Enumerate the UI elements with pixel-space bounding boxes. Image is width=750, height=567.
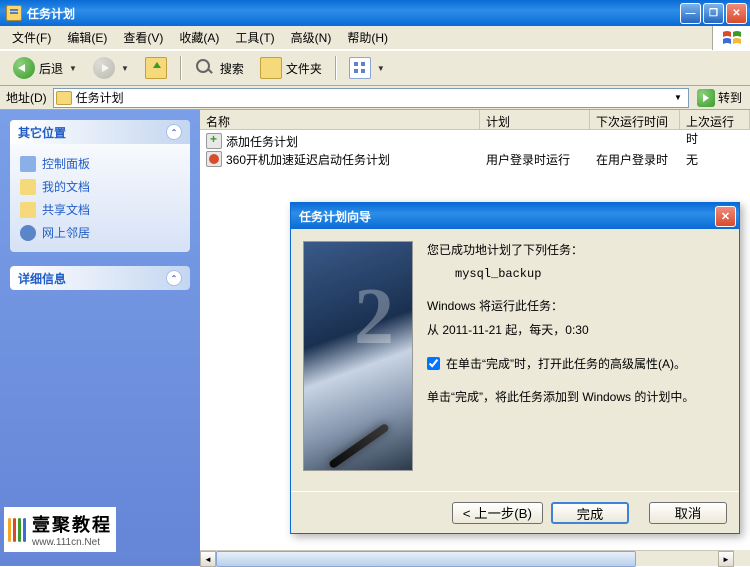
folders-label: 文件夹 <box>286 60 322 77</box>
views-icon <box>349 57 371 79</box>
windows-logo <box>712 26 750 50</box>
panel-title: 其它位置 <box>18 124 66 141</box>
sidebar-link-my-documents[interactable]: 我的文档 <box>20 175 180 198</box>
window-titlebar: 任务计划 — ❐ ✕ <box>0 0 750 26</box>
shared-folder-icon <box>20 202 36 218</box>
menu-view[interactable]: 查看(V) <box>115 26 171 49</box>
address-input[interactable]: 任务计划 ▼ <box>53 88 689 108</box>
advanced-properties-checkbox[interactable] <box>427 357 440 370</box>
column-last-run[interactable]: 上次运行时 <box>680 110 750 129</box>
menu-edit[interactable]: 编辑(E) <box>59 26 115 49</box>
list-item-add-task[interactable]: 添加任务计划 <box>200 132 750 150</box>
menu-favorites[interactable]: 收藏(A) <box>171 26 227 49</box>
dialog-message-3: 单击“完成”，将此任务添加到 Windows 的计划中。 <box>427 388 727 406</box>
chevron-down-icon: ▼ <box>121 64 129 73</box>
watermark-logo-icon <box>8 518 26 542</box>
back-label: 后退 <box>39 60 63 77</box>
minimize-button[interactable]: — <box>680 3 701 24</box>
scroll-corner <box>734 550 750 566</box>
collapse-icon: ⌃ <box>166 124 182 140</box>
go-icon <box>697 89 715 107</box>
sidebar: 其它位置 ⌃ 控制面板 我的文档 共享文档 网上邻居 详细信息 ⌃ <box>0 110 200 566</box>
separator <box>180 56 181 80</box>
scroll-thumb[interactable] <box>216 551 636 567</box>
schedule-text: 从 2011-11-21 起，每天，0:30 <box>427 321 727 339</box>
folder-icon <box>56 91 72 105</box>
sidebar-link-control-panel[interactable]: 控制面板 <box>20 152 180 175</box>
folders-button[interactable]: 文件夹 <box>253 52 329 84</box>
panel-title: 详细信息 <box>18 270 66 287</box>
menu-file[interactable]: 文件(F) <box>4 26 59 49</box>
address-value: 任务计划 <box>76 89 670 106</box>
app-icon <box>6 5 22 21</box>
add-task-icon <box>206 133 222 149</box>
watermark-url: www.111cn.Net <box>32 537 112 548</box>
watermark: 壹聚教程 www.111cn.Net <box>4 507 116 552</box>
address-label: 地址(D) <box>4 89 49 106</box>
forward-button[interactable]: ▼ <box>86 52 136 84</box>
close-button[interactable]: ✕ <box>726 3 747 24</box>
separator <box>335 56 336 80</box>
sidebar-panel-details: 详细信息 ⌃ <box>10 266 190 290</box>
dialog-content: 您已成功地计划了下列任务： mysql_backup Windows 将运行此任… <box>427 241 727 479</box>
list-header: 名称 计划 下次运行时间 上次运行时 <box>200 110 750 130</box>
dialog-title: 任务计划向导 <box>299 208 371 225</box>
column-plan[interactable]: 计划 <box>480 110 590 129</box>
search-button[interactable]: 搜索 <box>187 52 251 84</box>
search-icon <box>194 57 216 79</box>
dialog-message-1: 您已成功地计划了下列任务： <box>427 241 727 259</box>
chevron-down-icon: ▼ <box>69 64 77 73</box>
forward-icon <box>93 57 115 79</box>
wizard-image <box>303 241 413 471</box>
watermark-text: 壹聚教程 <box>32 511 112 537</box>
checkbox-label: 在单击“完成”时，打开此任务的高级属性(A)。 <box>446 355 686 372</box>
chevron-down-icon: ▼ <box>377 64 385 73</box>
go-label: 转到 <box>718 89 742 106</box>
up-folder-icon <box>145 57 167 79</box>
list-item-360-task[interactable]: 360开机加速延迟启动任务计划 用户登录时运行 在用户登录时 无 <box>200 150 750 168</box>
finish-button[interactable]: 完成 <box>551 502 629 524</box>
back-button[interactable]: < 上一步(B) <box>452 502 543 524</box>
horizontal-scrollbar[interactable]: ◄ ► <box>200 550 734 566</box>
chevron-down-icon[interactable]: ▼ <box>670 93 686 102</box>
toolbar: 后退 ▼ ▼ 搜索 文件夹 ▼ <box>0 50 750 86</box>
control-panel-icon <box>20 156 36 172</box>
column-name[interactable]: 名称 <box>200 110 480 129</box>
scroll-right-icon[interactable]: ► <box>718 551 734 567</box>
menu-help[interactable]: 帮助(H) <box>339 26 396 49</box>
back-button[interactable]: 后退 ▼ <box>6 52 84 84</box>
wizard-dialog: 任务计划向导 ✕ 您已成功地计划了下列任务： mysql_backup Wind… <box>290 202 740 534</box>
window-title: 任务计划 <box>27 5 680 22</box>
sidebar-link-network[interactable]: 网上邻居 <box>20 221 180 244</box>
dialog-titlebar: 任务计划向导 ✕ <box>291 203 739 229</box>
menu-bar: 文件(F) 编辑(E) 查看(V) 收藏(A) 工具(T) 高级(N) 帮助(H… <box>0 26 750 50</box>
dialog-footer: < 上一步(B) 完成 取消 <box>291 491 739 533</box>
task-icon <box>206 151 222 167</box>
up-button[interactable] <box>138 52 174 84</box>
back-icon <box>13 57 35 79</box>
search-label: 搜索 <box>220 60 244 77</box>
task-name: mysql_backup <box>427 265 727 283</box>
dialog-close-button[interactable]: ✕ <box>715 206 736 227</box>
maximize-button[interactable]: ❐ <box>703 3 724 24</box>
documents-icon <box>20 179 36 195</box>
views-button[interactable]: ▼ <box>342 52 392 84</box>
menu-advanced[interactable]: 高级(N) <box>283 26 340 49</box>
address-bar: 地址(D) 任务计划 ▼ 转到 <box>0 86 750 110</box>
sidebar-panel-other-places: 其它位置 ⌃ 控制面板 我的文档 共享文档 网上邻居 <box>10 120 190 252</box>
network-icon <box>20 225 36 241</box>
menu-tools[interactable]: 工具(T) <box>227 26 282 49</box>
folders-icon <box>260 57 282 79</box>
collapse-icon: ⌃ <box>166 270 182 286</box>
panel-header[interactable]: 详细信息 ⌃ <box>10 266 190 290</box>
scroll-left-icon[interactable]: ◄ <box>200 551 216 567</box>
go-button[interactable]: 转到 <box>693 89 746 107</box>
cancel-button[interactable]: 取消 <box>649 502 727 524</box>
sidebar-link-shared-documents[interactable]: 共享文档 <box>20 198 180 221</box>
panel-header[interactable]: 其它位置 ⌃ <box>10 120 190 144</box>
column-next-run[interactable]: 下次运行时间 <box>590 110 680 129</box>
dialog-message-2: Windows 将运行此任务： <box>427 297 727 315</box>
